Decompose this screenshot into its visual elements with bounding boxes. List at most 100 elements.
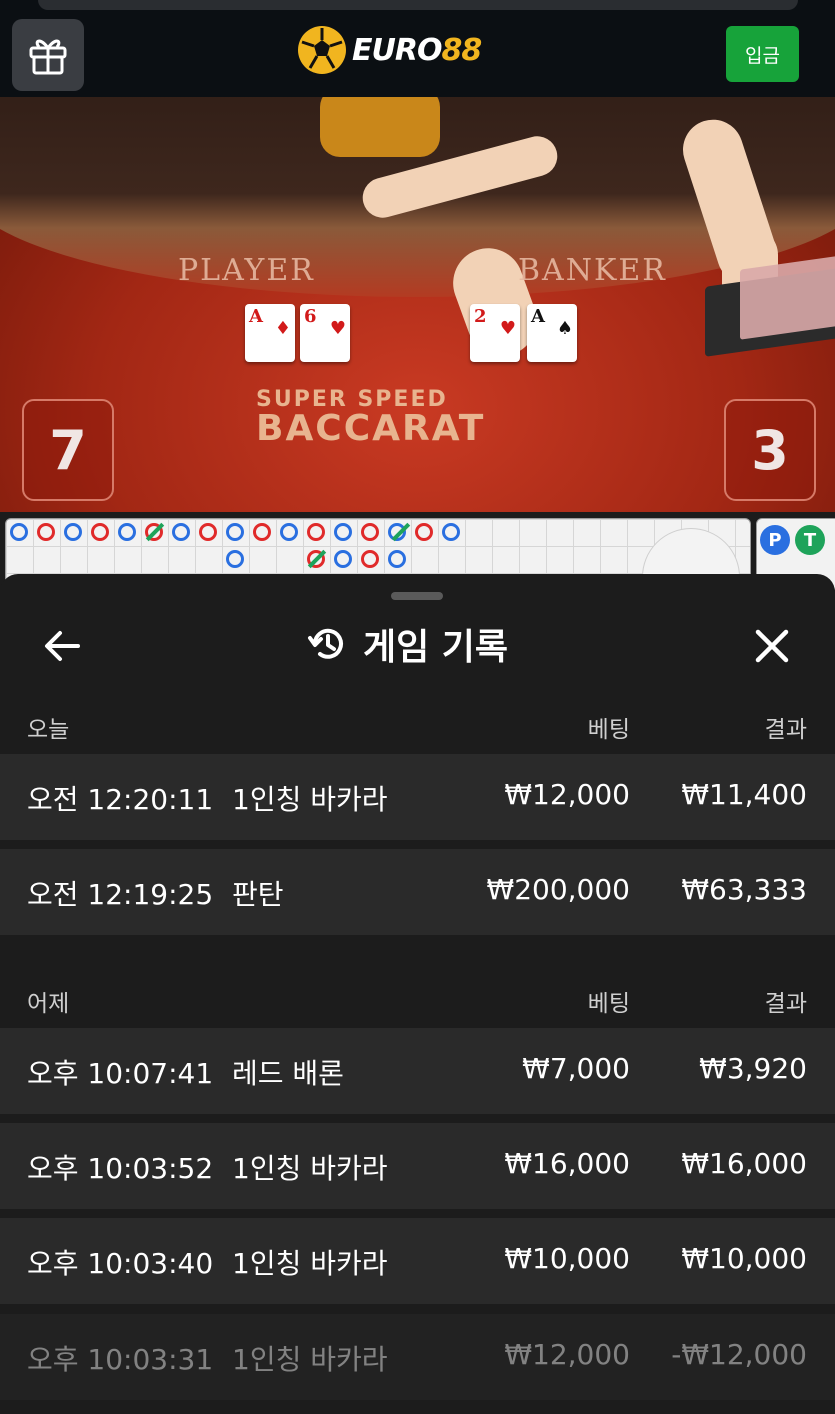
back-button[interactable] [40, 624, 84, 668]
card-rank: A [249, 306, 263, 327]
history-row[interactable]: 오전 12:20:11 1인칭 바카라 ₩12,000 ₩11,400 [0, 754, 835, 840]
dealer-sleeve [320, 97, 440, 157]
history-row[interactable]: 오후 10:03:40 1인칭 바카라 ₩10,000 ₩10,000 [0, 1218, 835, 1304]
player-card-2: 6 ♥ [300, 304, 350, 362]
row-bet: ₩12,000 [504, 778, 630, 811]
card-stack [740, 254, 835, 340]
row-bet: ₩16,000 [504, 1147, 630, 1180]
row-game: 1인칭 바카라 [232, 1343, 388, 1376]
gift-button[interactable] [12, 19, 84, 91]
history-row[interactable]: 오전 12:19:25 판탄 ₩200,000 ₩63,333 [0, 849, 835, 935]
road-dot [226, 523, 244, 541]
bead-tie: T [795, 525, 825, 555]
road-dot [388, 550, 406, 568]
road-dot [361, 523, 379, 541]
banker-card-1: 2 ♥ [470, 304, 520, 362]
row-time: 오후 10:03:52 [27, 1152, 214, 1185]
road-dot [334, 550, 352, 568]
row-result: ₩63,333 [681, 873, 807, 906]
euro88-logo[interactable]: EURO88 [298, 24, 482, 76]
road-dot [361, 550, 379, 568]
game-history-sheet: 게임 기록 오늘 베팅 결과 오전 12:20:11 1인칭 바카라 ₩12,0… [0, 574, 835, 1414]
player-label: PLAYER [178, 253, 315, 288]
row-bet: ₩7,000 [522, 1052, 630, 1085]
close-icon [755, 629, 789, 663]
road-dot [199, 523, 217, 541]
row-bet: ₩200,000 [486, 873, 630, 906]
row-result: ₩10,000 [681, 1242, 807, 1275]
table-brand: SUPER SPEED BACCARAT [256, 387, 485, 449]
banker-label: BANKER [518, 253, 667, 288]
row-game: 1인칭 바카라 [232, 783, 388, 816]
road-dot [334, 523, 352, 541]
section-label: 오늘 [27, 717, 70, 743]
section-label: 어제 [27, 991, 70, 1017]
player-score: 7 [22, 399, 114, 501]
bet-column-header: 베팅 [587, 717, 630, 743]
row-game: 판탄 [232, 878, 284, 911]
card-rank: 6 [304, 306, 317, 327]
sheet-title: 게임 기록 [307, 618, 508, 670]
road-dot [253, 523, 271, 541]
section-header-yesterday: 어제 베팅 결과 [0, 966, 835, 1026]
road-dot [226, 550, 244, 568]
row-time: 오후 10:03:40 [27, 1247, 214, 1280]
row-game: 1인칭 바카라 [232, 1152, 388, 1185]
logo-text-main: EURO [352, 32, 442, 68]
card-suit: ♠ [556, 318, 573, 339]
road-dot [442, 523, 460, 541]
status-strip [38, 0, 798, 10]
road-dot [37, 523, 55, 541]
top-bar: EURO88 입금 [0, 0, 835, 97]
close-button[interactable] [748, 622, 796, 670]
road-dot [64, 523, 82, 541]
row-result: ₩3,920 [699, 1052, 807, 1085]
gift-icon [29, 39, 67, 75]
road-dot [415, 523, 433, 541]
row-result: ₩16,000 [681, 1147, 807, 1180]
page-title: 게임 기록 [363, 627, 509, 668]
sheet-header: 게임 기록 [0, 614, 835, 674]
player-card-1: A ♦ [245, 304, 295, 362]
bet-column-header: 베팅 [587, 991, 630, 1017]
road-dot [307, 523, 325, 541]
soccer-ball-icon [298, 26, 346, 74]
row-time: 오후 10:03:31 [27, 1343, 214, 1376]
road-dot [118, 523, 136, 541]
card-suit: ♥ [499, 318, 516, 339]
row-time: 오전 12:19:25 [27, 878, 214, 911]
card-rank: 2 [474, 306, 487, 327]
section-header-today: 오늘 베팅 결과 [0, 692, 835, 752]
row-bet: ₩10,000 [504, 1242, 630, 1275]
live-game-view: PLAYER BANKER A ♦ 6 ♥ 2 ♥ A ♠ SUPER SPEE… [0, 97, 835, 512]
history-row[interactable]: 오후 10:07:41 레드 배론 ₩7,000 ₩3,920 [0, 1028, 835, 1114]
row-bet: ₩12,000 [504, 1338, 630, 1371]
card-suit: ♦ [274, 318, 291, 339]
drag-handle[interactable] [391, 592, 443, 600]
bead-player: P [760, 525, 790, 555]
arrow-left-icon [45, 631, 80, 661]
road-dot [172, 523, 190, 541]
row-result: ₩11,400 [681, 778, 807, 811]
row-game: 1인칭 바카라 [232, 1247, 388, 1280]
brand-line-2: BACCARAT [256, 408, 486, 449]
result-column-header: 결과 [764, 991, 807, 1017]
result-column-header: 결과 [764, 717, 807, 743]
history-clock-icon [308, 628, 343, 659]
row-game: 레드 배론 [232, 1057, 344, 1090]
banker-score: 3 [724, 399, 816, 501]
road-dot [91, 523, 109, 541]
road-dot [280, 523, 298, 541]
banker-card-2: A ♠ [527, 304, 577, 362]
card-rank: A [531, 306, 545, 327]
history-row[interactable]: 오후 10:03:52 1인칭 바카라 ₩16,000 ₩16,000 [0, 1123, 835, 1209]
road-dot [10, 523, 28, 541]
card-suit: ♥ [329, 318, 346, 339]
logo-text: EURO88 [352, 32, 482, 68]
deposit-button[interactable]: 입금 [726, 26, 799, 82]
row-result: -₩12,000 [671, 1338, 807, 1371]
logo-text-num: 88 [441, 32, 482, 68]
row-time: 오후 10:07:41 [27, 1057, 214, 1090]
history-row[interactable]: 오후 10:03:31 1인칭 바카라 ₩12,000 -₩12,000 [0, 1314, 835, 1400]
row-time: 오전 12:20:11 [27, 783, 214, 816]
